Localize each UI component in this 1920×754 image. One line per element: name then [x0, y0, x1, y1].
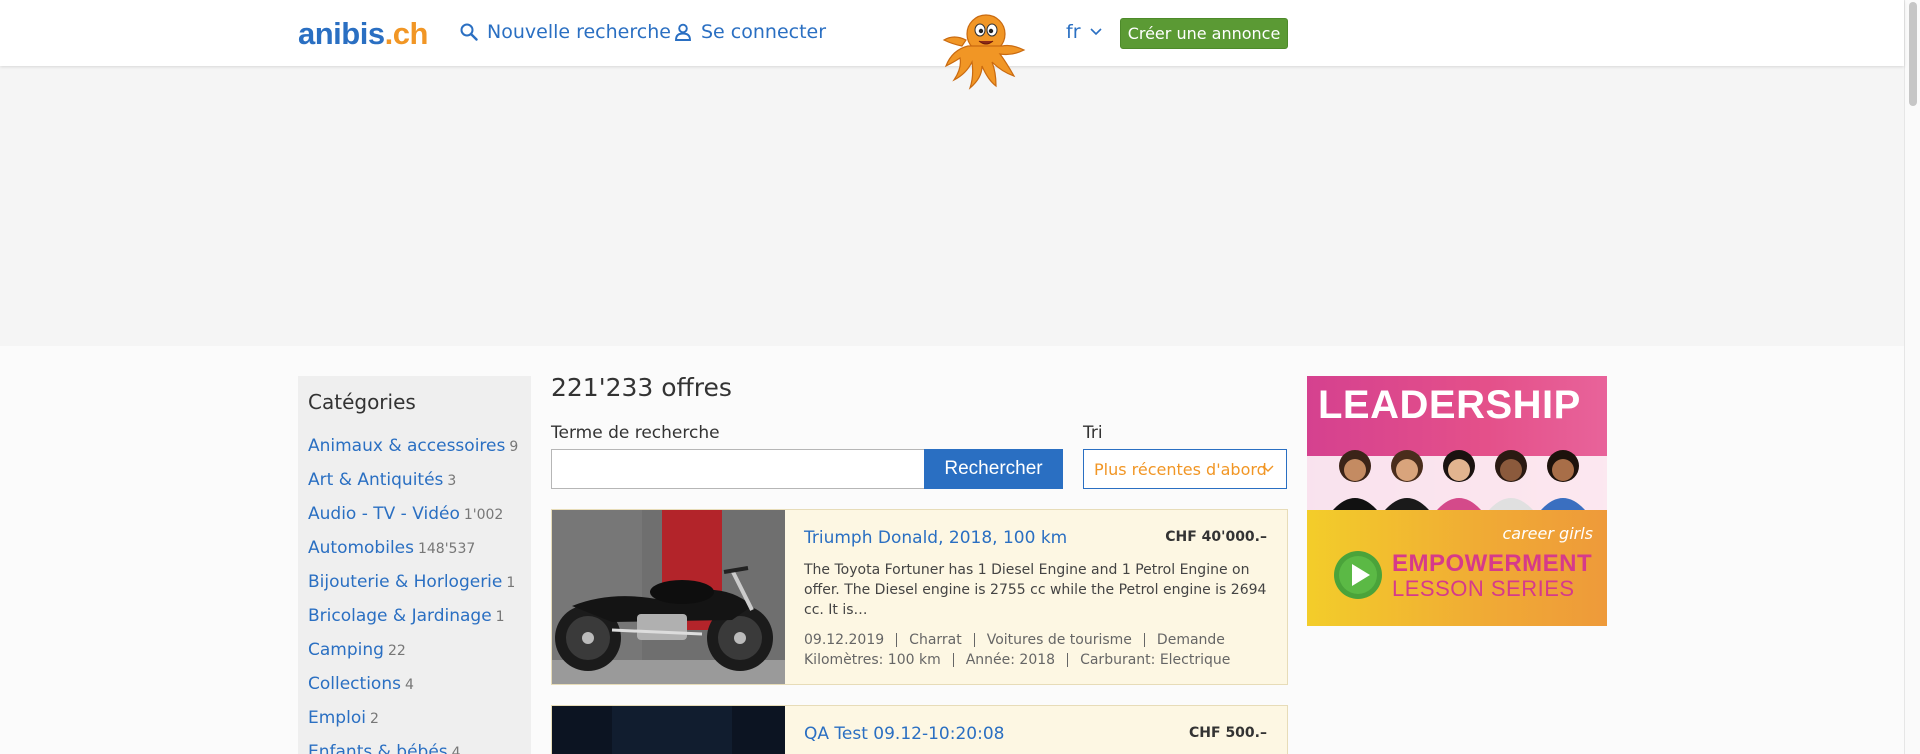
list-item: Collections 4: [308, 674, 518, 708]
listing-title[interactable]: Triumph Donald, 2018, 100 km: [804, 528, 1067, 548]
category-link[interactable]: Camping: [308, 640, 384, 660]
category-count: 1: [506, 575, 516, 591]
list-item: Bijouterie & Horlogerie 1: [308, 572, 518, 606]
category-count: 3: [447, 473, 457, 489]
listing-image: [552, 706, 785, 754]
list-item: Enfants & bébés 4: [308, 742, 518, 754]
chevron-down-icon: [1262, 465, 1274, 472]
search-input[interactable]: [551, 449, 925, 489]
site-header: anibis.ch Nouvelle recherche Se connecte…: [0, 0, 1904, 90]
search-icon: [460, 23, 478, 41]
listing-category: Voitures de tourisme: [973, 633, 1144, 647]
listing-attributes-row: Kilomètres: 100 km Année: 2018 Carburant…: [804, 653, 1242, 667]
category-count: 1: [495, 609, 505, 625]
language-selector[interactable]: fr: [1066, 21, 1102, 43]
list-item: Emploi 2: [308, 708, 518, 742]
listing-card[interactable]: QA Test 09.12-10:20:08 CHF 500.–: [551, 705, 1288, 754]
list-item: Art & Antiquités 3: [308, 470, 518, 504]
category-link[interactable]: Art & Antiquités: [308, 470, 443, 490]
listing-card[interactable]: Triumph Donald, 2018, 100 km CHF 40'000.…: [551, 509, 1288, 685]
login-label: Se connecter: [701, 21, 827, 43]
new-search-label: Nouvelle recherche: [487, 21, 671, 43]
new-search-link[interactable]: Nouvelle recherche: [460, 21, 671, 43]
category-count: 9: [509, 439, 519, 455]
listing-mileage: Kilomètres: 100 km: [804, 652, 941, 668]
listing-title[interactable]: QA Test 09.12-10:20:08: [804, 724, 1004, 744]
category-count: 2: [369, 711, 379, 727]
language-label: fr: [1066, 21, 1081, 43]
ad-people-image: [1307, 450, 1607, 510]
category-link[interactable]: Bijouterie & Horlogerie: [308, 572, 502, 592]
list-item: Animaux & accessoires 9: [308, 436, 518, 470]
category-count: 22: [387, 643, 406, 659]
listing-description: The Toyota Fortuner has 1 Diesel Engine …: [804, 562, 1267, 618]
category-link[interactable]: Animaux & accessoires: [308, 436, 505, 456]
category-count: 4: [451, 745, 461, 754]
listing-price: CHF 40'000.–: [1165, 529, 1267, 545]
search-button[interactable]: Rechercher: [924, 449, 1063, 489]
category-link[interactable]: Bricolage & Jardinage: [308, 606, 492, 626]
advertisement-banner[interactable]: LEADERSHIP career girls EMPOWERMENT LESS…: [1307, 376, 1607, 626]
category-link[interactable]: Collections: [308, 674, 401, 694]
listing-photo[interactable]: [552, 510, 785, 684]
listing-location: Charrat: [896, 633, 974, 647]
list-item: Bricolage & Jardinage 1: [308, 606, 518, 640]
sort-select[interactable]: Plus récentes d'abord: [1083, 449, 1287, 489]
list-item: Audio - TV - Vidéo 1'002: [308, 504, 518, 538]
search-term-label: Terme de recherche: [551, 423, 720, 443]
listing-price: CHF 500.–: [1189, 725, 1267, 741]
category-link[interactable]: Enfants & bébés: [308, 742, 448, 754]
login-link[interactable]: Se connecter: [674, 21, 826, 43]
sort-value: Plus récentes d'abord: [1094, 459, 1267, 479]
listing-year: Année: 2018: [952, 653, 1067, 667]
ad-top-panel: LEADERSHIP: [1307, 376, 1607, 510]
ad-brand: career girls: [1502, 524, 1594, 543]
ad-line-2: LESSON SERIES: [1392, 576, 1575, 601]
listing-meta-row: 09.12.2019 Charrat Voitures de tourisme …: [804, 633, 1237, 647]
page-scrollbar[interactable]: [1904, 0, 1920, 754]
categories-sidebar: Catégories Animaux & accessoires 9 Art & …: [298, 376, 531, 754]
listing-type: Demande: [1143, 633, 1237, 647]
listing-photo[interactable]: [552, 706, 785, 754]
create-ad-button[interactable]: Créer une annonce: [1120, 18, 1288, 49]
category-list: Animaux & accessoires 9 Art & Antiquités 3…: [308, 436, 518, 754]
scrollbar-thumb[interactable]: [1909, 2, 1917, 106]
play-icon[interactable]: [1333, 550, 1383, 600]
category-link[interactable]: Emploi: [308, 708, 366, 728]
ad-bottom-panel: career girls EMPOWERMENT LESSON SERIES: [1307, 510, 1607, 626]
list-item: Camping 22: [308, 640, 518, 674]
category-link[interactable]: Audio - TV - Vidéo: [308, 504, 460, 524]
ad-heading: LEADERSHIP: [1318, 383, 1581, 427]
listing-date: 09.12.2019: [804, 632, 885, 648]
chevron-down-icon: [1089, 28, 1102, 36]
site-logo[interactable]: anibis.ch: [298, 16, 428, 52]
categories-title: Catégories: [308, 390, 416, 414]
user-icon: [675, 23, 691, 41]
listing-fuel: Carburant: Electrique: [1067, 653, 1242, 667]
octopus-mascot-icon: [942, 14, 1026, 90]
list-item: Automobiles 148'537: [308, 538, 518, 572]
category-count: 148'537: [417, 541, 476, 557]
category-link[interactable]: Automobiles: [308, 538, 414, 558]
ad-line-1: EMPOWERMENT: [1392, 550, 1593, 577]
results-count-title: 221'233 offres: [551, 373, 732, 402]
sort-label: Tri: [1083, 423, 1103, 443]
category-count: 4: [404, 677, 414, 693]
category-count: 1'002: [463, 507, 504, 523]
motorcycle-image: [552, 510, 785, 684]
